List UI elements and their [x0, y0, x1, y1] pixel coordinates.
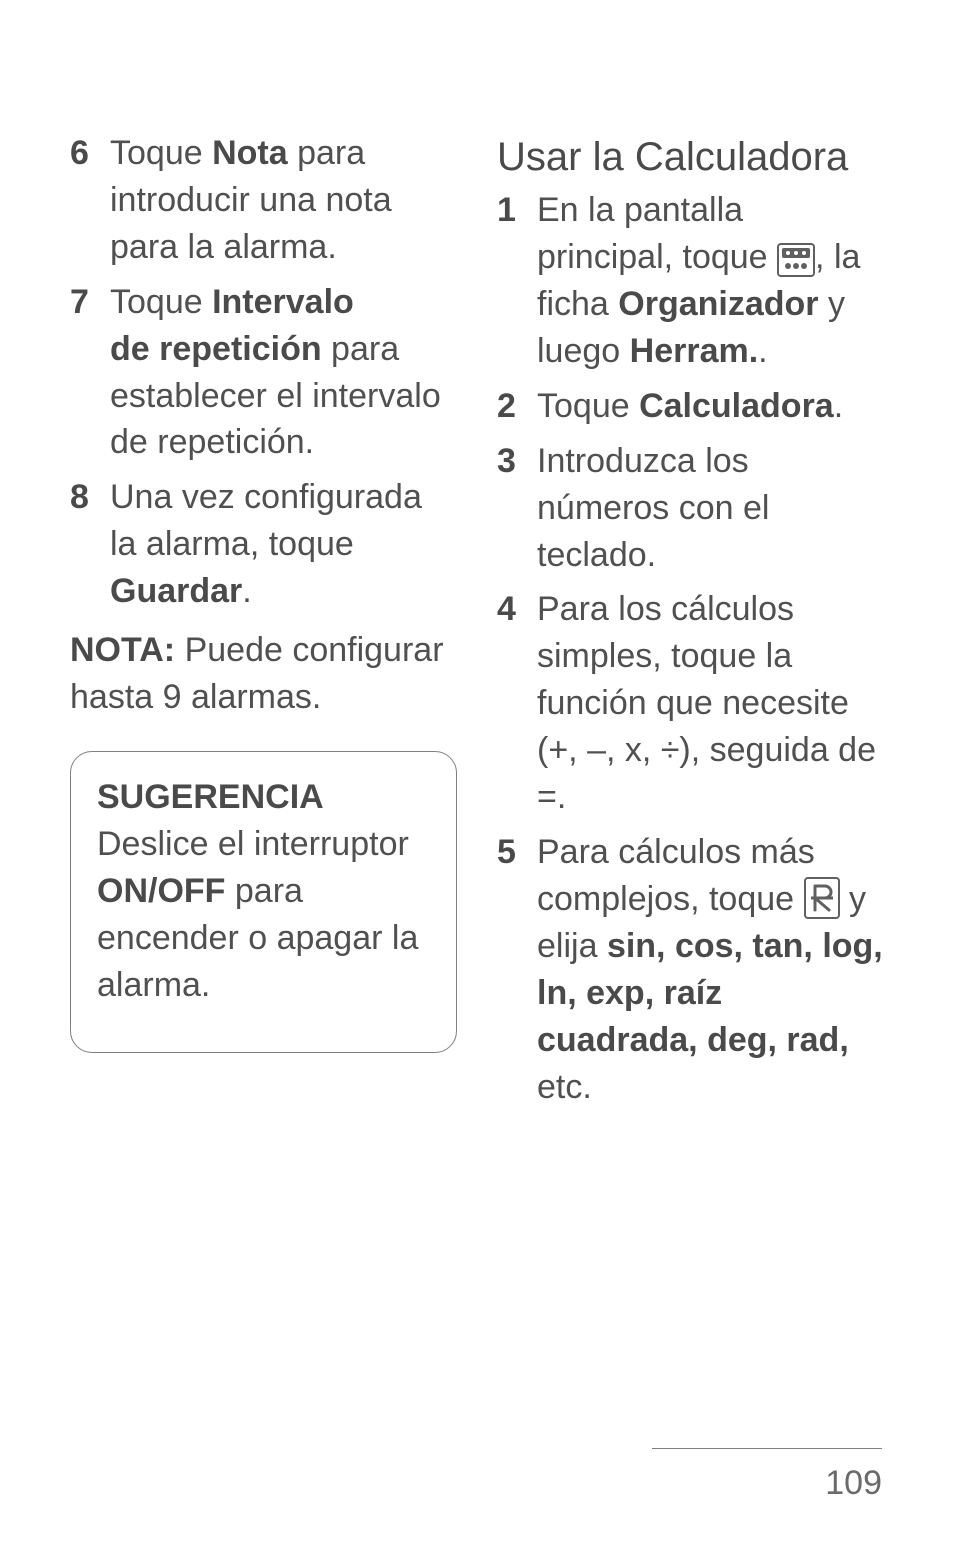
step-number: 2	[497, 383, 537, 430]
bold-term: Nota	[212, 134, 288, 172]
text: Una vez configurada la alarma, toque	[110, 478, 422, 563]
apps-icon	[777, 243, 815, 277]
step-number: 6	[70, 130, 110, 271]
list-item: 8 Una vez configurada la alarma, toque G…	[70, 474, 457, 615]
text: Toque	[110, 134, 212, 172]
step-number: 4	[497, 586, 537, 821]
two-column-layout: 6 Toque Nota para introducir una nota pa…	[70, 130, 884, 1118]
step-body: Toque Nota para introducir una nota para…	[110, 130, 457, 271]
step-number: 3	[497, 438, 537, 579]
list-item: 4 Para los cálculos simples, toque la fu…	[497, 586, 884, 821]
note-paragraph: NOTA: Puede configurar hasta 9 alarmas.	[70, 627, 457, 721]
list-item: 1 En la pantalla principal, toque , la f…	[497, 187, 884, 375]
text: .	[758, 332, 767, 370]
steps-list-right: 1 En la pantalla principal, toque , la f…	[497, 187, 884, 1110]
list-item: 2 Toque Calculadora.	[497, 383, 884, 430]
section-heading: Usar la Calculadora	[497, 130, 884, 185]
manual-page: 6 Toque Nota para introducir una nota pa…	[0, 0, 954, 1557]
bold-term: ON/OFF	[97, 872, 225, 910]
step-body: Introduzca los números con el teclado.	[537, 438, 884, 579]
step-number: 8	[70, 474, 110, 615]
bold-term: Herram.	[630, 332, 759, 370]
step-body: Toque Calculadora.	[537, 383, 884, 430]
text: En la pantalla principal, toque	[537, 191, 777, 276]
step-body: Para cálculos más complejos, toque y eli…	[537, 829, 884, 1110]
footer-rule	[652, 1448, 882, 1449]
step-body: Toque Intervalo de repetición para estab…	[110, 279, 457, 467]
text: Toque	[110, 283, 212, 321]
list-item: 3 Introduzca los números con el teclado.	[497, 438, 884, 579]
step-body: Una vez configurada la alarma, toque Gua…	[110, 474, 457, 615]
text: Introduzca los números con el teclado.	[537, 442, 769, 574]
text: etc.	[537, 1068, 592, 1106]
tip-label: SUGERENCIA	[97, 778, 324, 816]
step-number: 7	[70, 279, 110, 467]
step-body: Para los cálculos simples, toque la func…	[537, 586, 884, 821]
step-number: 1	[497, 187, 537, 375]
steps-list-left: 6 Toque Nota para introducir una nota pa…	[70, 130, 457, 615]
tip-box: SUGERENCIA Deslice el interruptor ON/OFF…	[70, 751, 457, 1054]
text: Para cálculos más complejos, toque	[537, 833, 815, 918]
text: Toque	[537, 387, 639, 425]
page-number: 109	[825, 1464, 882, 1503]
tip-text: Deslice el interruptor	[97, 825, 409, 863]
right-column: Usar la Calculadora 1 En la pantalla pri…	[497, 130, 884, 1118]
advanced-icon	[804, 877, 840, 919]
text: .	[834, 387, 843, 425]
list-item: 6 Toque Nota para introducir una nota pa…	[70, 130, 457, 271]
list-item: 5 Para cálculos más complejos, toque y e…	[497, 829, 884, 1110]
list-item: 7 Toque Intervalo de repetición para est…	[70, 279, 457, 467]
left-column: 6 Toque Nota para introducir una nota pa…	[70, 130, 457, 1118]
text: .	[242, 572, 251, 610]
bold-term: Organizador	[618, 285, 818, 323]
bold-term: Calculadora	[639, 387, 834, 425]
bold-term: Guardar	[110, 572, 242, 610]
text: Para los cálculos simples, toque la func…	[537, 590, 876, 816]
step-number: 5	[497, 829, 537, 1110]
step-body: En la pantalla principal, toque , la fic…	[537, 187, 884, 375]
note-label: NOTA:	[70, 631, 175, 669]
